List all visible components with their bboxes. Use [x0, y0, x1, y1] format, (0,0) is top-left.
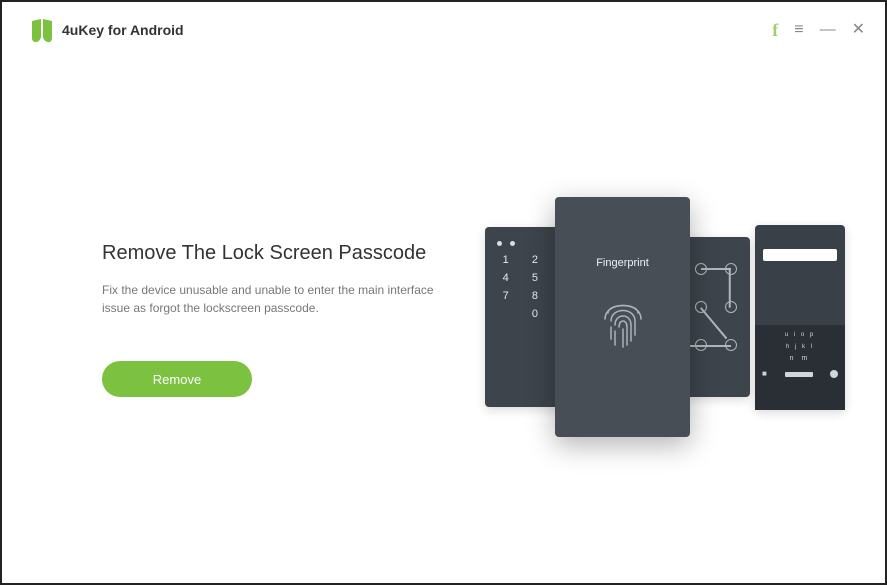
password-field-icon — [763, 249, 837, 261]
pin-key: 7 — [493, 290, 518, 302]
app-title: 4uKey for Android — [62, 22, 184, 38]
pin-key: 4 — [493, 272, 518, 284]
app-window: 4uKey for Android f ≡ — ✕ Remove The Loc… — [0, 0, 887, 585]
facebook-icon[interactable]: f — [772, 21, 778, 39]
app-logo-icon — [32, 19, 52, 41]
minimize-icon[interactable]: — — [820, 22, 836, 38]
keyboard-icon: u i o p h j k l n m ■ — [755, 325, 845, 410]
menu-icon[interactable]: ≡ — [794, 22, 803, 38]
page-title: Remove The Lock Screen Passcode — [102, 242, 472, 265]
fingerprint-icon — [600, 297, 646, 349]
titlebar: 4uKey for Android f ≡ — ✕ — [2, 2, 885, 58]
window-controls: f ≡ — ✕ — [772, 21, 865, 39]
pin-key: 0 — [522, 308, 547, 320]
pin-key: 2 — [522, 254, 547, 266]
remove-button[interactable]: Remove — [102, 361, 252, 397]
pin-key: 1 — [493, 254, 518, 266]
lockscreen-illustration: 1 2 3 4 5 6 7 8 9 0 — [485, 177, 845, 447]
fingerprint-label: Fingerprint — [596, 257, 649, 269]
password-lock-card: u i o p h j k l n m ■ — [755, 225, 845, 410]
pin-key: 5 — [522, 272, 547, 284]
close-icon[interactable]: ✕ — [852, 22, 865, 38]
pin-key: 8 — [522, 290, 547, 302]
main-content: Remove The Lock Screen Passcode Fix the … — [102, 242, 472, 397]
fingerprint-lock-card: Fingerprint — [555, 197, 690, 437]
page-description: Fix the device unusable and unable to en… — [102, 281, 442, 317]
